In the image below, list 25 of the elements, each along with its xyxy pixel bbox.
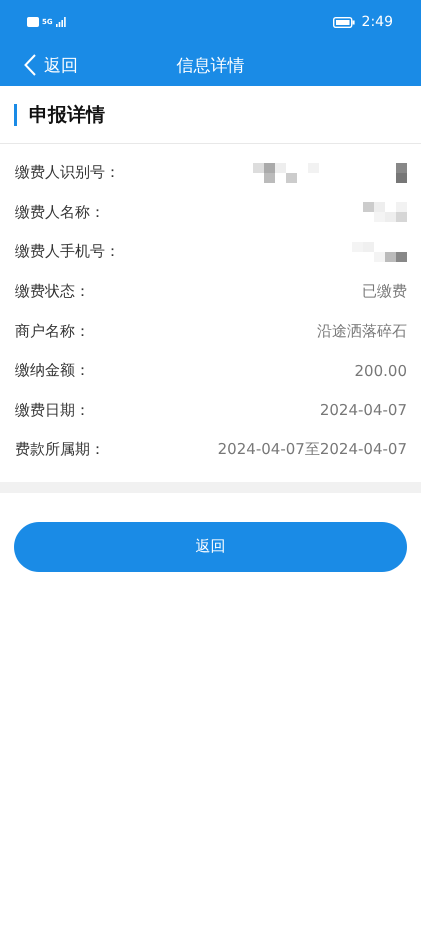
field-value: 200.00 bbox=[354, 362, 407, 380]
field-value: 2024-04-07 bbox=[320, 401, 407, 420]
clock: 2:49 bbox=[362, 14, 393, 30]
accent-bar bbox=[14, 104, 17, 126]
signal-icon bbox=[56, 17, 66, 27]
field-label: 缴费人识别号： bbox=[15, 163, 120, 182]
back-button[interactable]: 返回 bbox=[0, 54, 78, 76]
field-label: 缴费状态： bbox=[15, 282, 90, 302]
field-label: 缴费人手机号： bbox=[15, 242, 120, 262]
field-label: 缴纳金额： bbox=[15, 361, 90, 380]
field-value: 沿途洒落碎石 bbox=[317, 322, 407, 341]
hd-icon bbox=[27, 17, 39, 27]
field-label: 缴费日期： bbox=[15, 400, 90, 420]
back-icon bbox=[24, 54, 36, 76]
field-label: 费款所属期： bbox=[15, 440, 105, 460]
redacted-mosaic-drawing bbox=[363, 202, 407, 222]
field-label: 缴费人名称： bbox=[15, 202, 105, 222]
section-title: 申报详情 bbox=[29, 102, 105, 128]
field-value: 2024-04-07至2024-04-07 bbox=[218, 440, 407, 460]
field-label: 商户名称： bbox=[15, 322, 90, 341]
field-value: 已缴费 bbox=[362, 282, 407, 302]
back-button[interactable]: 返回 bbox=[14, 522, 407, 572]
battery-icon bbox=[332, 16, 355, 28]
page-title: 信息详情 bbox=[176, 54, 244, 76]
redacted-mosaic-drawing bbox=[352, 242, 407, 262]
